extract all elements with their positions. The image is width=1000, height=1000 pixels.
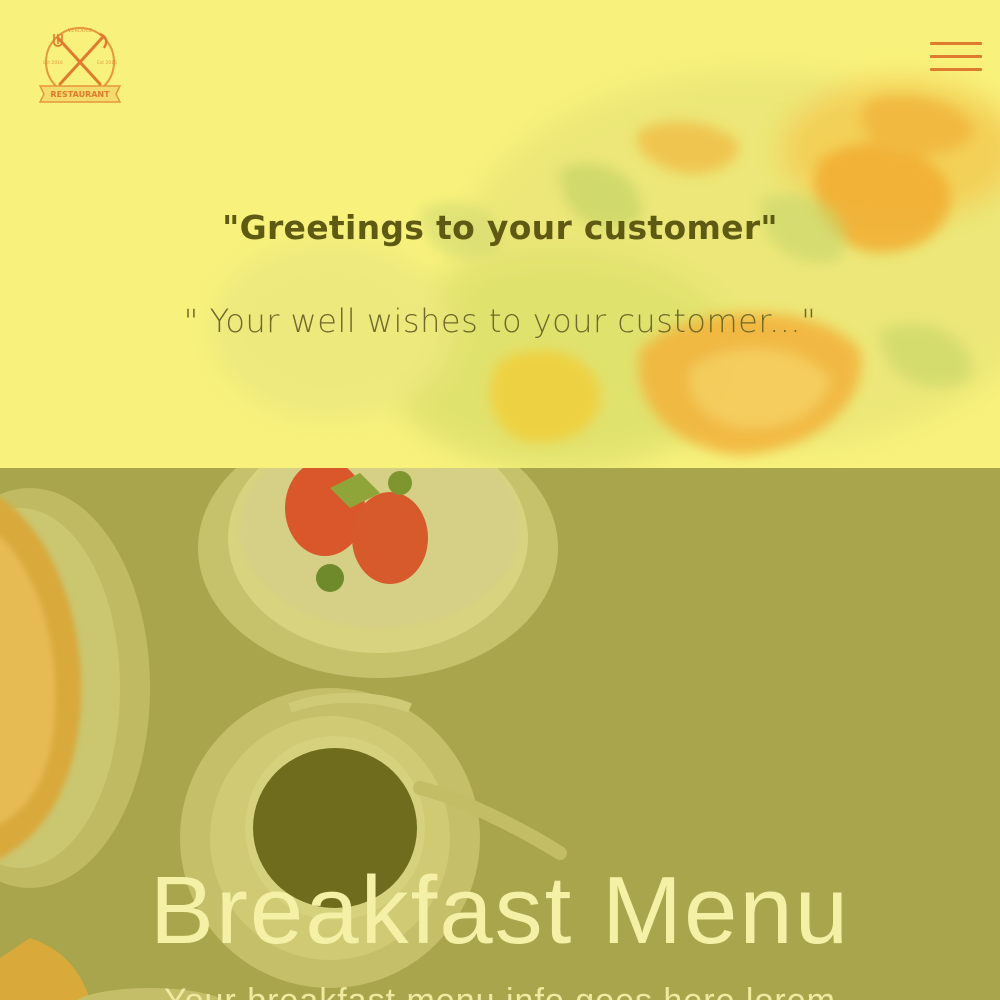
svg-text:Est 2016: Est 2016 <box>97 60 117 66</box>
svg-text:Est 2016: Est 2016 <box>43 60 63 66</box>
greeting-title: "Greetings to your customer" <box>222 208 778 247</box>
greeting-subtitle: " Your well wishes to your customer..." <box>183 302 817 340</box>
breakfast-menu-subtitle: Your breakfast menu info goes here lorem <box>0 982 1000 1000</box>
breakfast-menu-title: Breakfast Menu <box>149 857 851 964</box>
hero-section: VERDUCE Est 2016 Est 2016 RESTAURANT "Gr… <box>0 0 1000 468</box>
hamburger-line <box>930 55 982 58</box>
breakfast-section: Breakfast Menu Your breakfast menu info … <box>0 468 1000 1000</box>
svg-text:RESTAURANT: RESTAURANT <box>50 90 110 99</box>
svg-text:VERDUCE: VERDUCE <box>68 28 92 34</box>
hamburger-line <box>930 68 982 71</box>
hamburger-line <box>930 42 982 45</box>
restaurant-fork-knife-logo[interactable]: VERDUCE Est 2016 Est 2016 RESTAURANT <box>34 22 126 108</box>
hamburger-menu-icon[interactable] <box>930 40 984 76</box>
